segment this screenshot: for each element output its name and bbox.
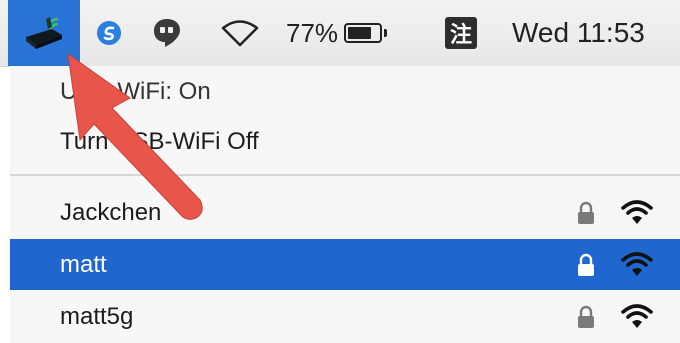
wifi-signal-icon	[621, 304, 653, 328]
wifi-signal-icon	[621, 200, 653, 224]
lock-icon	[578, 305, 594, 328]
network-item-matt5g[interactable]: matt5g	[10, 291, 680, 342]
clock-menu-extra[interactable]: Wed 11:53	[512, 0, 672, 66]
network-name: matt5g	[60, 302, 134, 330]
network-name: Jackchen	[60, 198, 162, 226]
menu-bar: 77% 注 Wed 11:53	[0, 0, 680, 67]
network-item-jackchen[interactable]: Jackchen	[10, 187, 680, 238]
wifi-menu-extra[interactable]	[216, 0, 264, 66]
simplenote-menu-extra[interactable]	[92, 0, 126, 66]
usb-wifi-adapter-icon	[26, 17, 62, 49]
turn-usb-wifi-off-label: Turn USB-WiFi Off	[60, 127, 259, 155]
battery-menu-extra[interactable]: 77%	[286, 0, 416, 66]
battery-cap	[384, 29, 388, 37]
turn-usb-wifi-off-item[interactable]: Turn USB-WiFi Off	[10, 116, 680, 167]
input-method-menu-extra[interactable]: 注	[443, 0, 479, 66]
network-item-matt[interactable]: matt	[10, 239, 680, 290]
battery-level-fill	[348, 27, 372, 39]
usb-wifi-dropdown-menu: USB-WiFi: On Turn USB-WiFi Off Jackchen …	[10, 66, 680, 343]
wifi-signal-icon	[621, 252, 653, 276]
hangouts-icon	[154, 19, 180, 47]
lock-icon	[578, 201, 594, 224]
network-name: matt	[60, 250, 107, 278]
menu-separator	[10, 174, 680, 176]
lock-icon	[578, 253, 594, 276]
usb-wifi-status-item: USB-WiFi: On	[10, 66, 680, 117]
usb-wifi-status-label: USB-WiFi: On	[60, 77, 211, 105]
battery-icon	[344, 23, 383, 43]
battery-percentage: 77%	[286, 17, 339, 48]
simplenote-icon	[97, 21, 121, 45]
hangouts-menu-extra[interactable]	[148, 0, 186, 66]
wifi-icon	[221, 20, 259, 47]
input-method-icon: 注	[445, 17, 477, 49]
usb-wifi-menu-extra[interactable]	[8, 0, 80, 66]
clock: Wed 11:53	[512, 17, 645, 48]
